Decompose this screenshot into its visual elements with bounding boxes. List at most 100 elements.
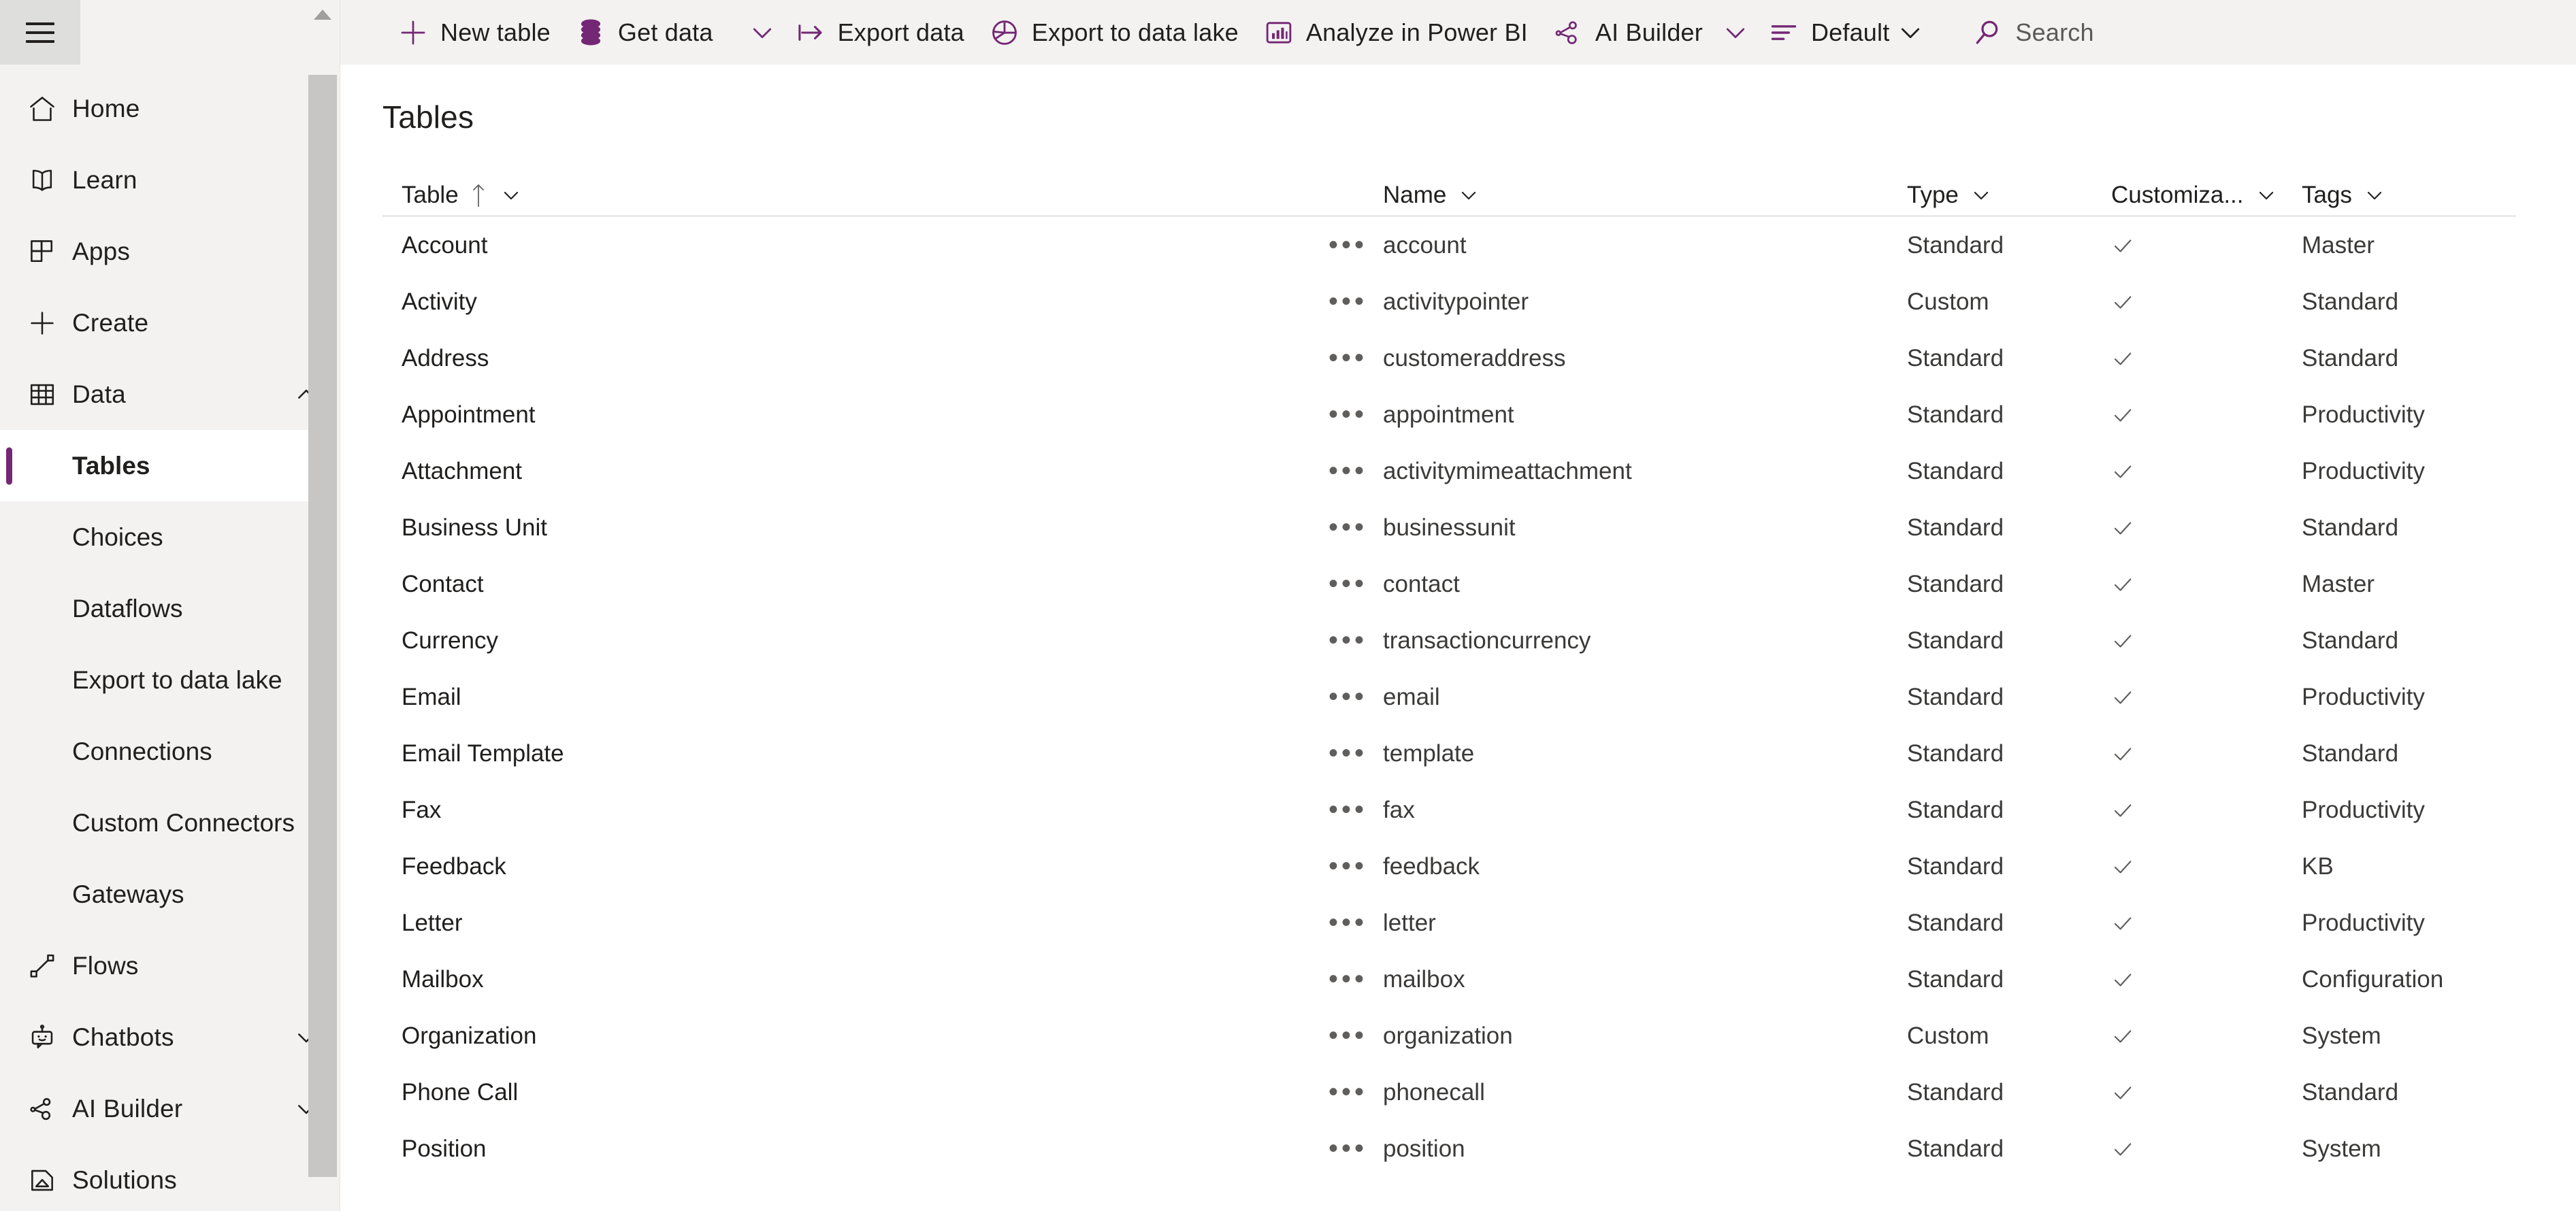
toolbar-button-new-table[interactable]: New table bbox=[385, 0, 563, 65]
column-header-type[interactable]: Type bbox=[1907, 182, 2111, 209]
cell-table-display-name[interactable]: Letter ••• bbox=[382, 908, 1383, 938]
row-more-options-button[interactable]: ••• bbox=[1322, 738, 1383, 769]
search-button[interactable]: Search bbox=[1960, 0, 2576, 65]
row-more-options-button[interactable]: ••• bbox=[1322, 230, 1383, 261]
cell-table-display-name[interactable]: Feedback ••• bbox=[382, 851, 1383, 882]
sidebar-item-label: Flows bbox=[72, 951, 139, 980]
cell-table-display-name[interactable]: Currency ••• bbox=[382, 625, 1383, 656]
toolbar-button-analyze-in-power-bi[interactable]: Analyze in Power BI bbox=[1251, 0, 1540, 65]
column-header-table[interactable]: Table bbox=[382, 182, 1383, 209]
sidebar-scrollbar-thumb[interactable] bbox=[308, 75, 337, 1177]
chevron-down-icon[interactable] bbox=[747, 17, 777, 48]
chevron-down-icon[interactable] bbox=[2363, 184, 2386, 207]
chevron-down-icon[interactable] bbox=[2255, 184, 2278, 207]
table-row[interactable]: Account ••• account Standard Master bbox=[382, 217, 2516, 273]
check-icon bbox=[2111, 1025, 2134, 1048]
cell-table-display-name[interactable]: Address ••• bbox=[382, 343, 1383, 374]
toolbar-button-export-data[interactable]: Export data bbox=[783, 0, 977, 65]
row-more-options-button[interactable]: ••• bbox=[1322, 286, 1383, 317]
cell-table-display-name[interactable]: Appointment ••• bbox=[382, 399, 1383, 430]
sidebar-item-flows[interactable]: Flows bbox=[0, 930, 340, 1001]
row-more-options-button[interactable]: ••• bbox=[1322, 399, 1383, 430]
sidebar-item-solutions[interactable]: Solutions bbox=[0, 1144, 340, 1211]
table-display-name: Letter bbox=[402, 909, 463, 936]
row-more-options-button[interactable]: ••• bbox=[1322, 456, 1383, 486]
row-more-options-button[interactable]: ••• bbox=[1322, 851, 1383, 882]
sidebar-item-ai-builder[interactable]: AI Builder bbox=[0, 1073, 340, 1144]
sidebar-scrollbar[interactable] bbox=[308, 0, 337, 1211]
table-row[interactable]: Fax ••• fax Standard Productivity bbox=[382, 782, 2516, 838]
cell-table-display-name[interactable]: Email ••• bbox=[382, 682, 1383, 712]
table-row[interactable]: Currency ••• transactioncurrency Standard St… bbox=[382, 612, 2516, 669]
row-more-options-button[interactable]: ••• bbox=[1322, 795, 1383, 825]
column-header-tags[interactable]: Tags bbox=[2302, 182, 2506, 209]
sidebar-item-dataflows[interactable]: Dataflows bbox=[0, 573, 340, 644]
cell-tags: Productivity bbox=[2302, 683, 2425, 710]
sidebar-item-create[interactable]: Create bbox=[0, 287, 340, 359]
sidebar-item-home[interactable]: Home bbox=[0, 73, 340, 144]
table-row[interactable]: Address ••• customeraddress Standard Standar… bbox=[382, 330, 2516, 386]
sidebar-item-connections[interactable]: Connections bbox=[0, 716, 340, 787]
cell-table-display-name[interactable]: Contact ••• bbox=[382, 569, 1383, 599]
row-more-options-button[interactable]: ••• bbox=[1322, 343, 1383, 374]
sidebar-item-choices[interactable]: Choices bbox=[0, 501, 340, 573]
sidebar-item-gateways[interactable]: Gateways bbox=[0, 859, 340, 930]
table-row[interactable]: Phone Call ••• phonecall Standard Standard bbox=[382, 1064, 2516, 1121]
table-row[interactable]: Feedback ••• feedback Standard KB bbox=[382, 838, 2516, 895]
table-row[interactable]: Attachment ••• activitymimeattachment Stand… bbox=[382, 443, 2516, 499]
table-row[interactable]: Mailbox ••• mailbox Standard Configuration bbox=[382, 951, 2516, 1008]
table-row[interactable]: Letter ••• letter Standard Productivity bbox=[382, 895, 2516, 951]
cell-table-display-name[interactable]: Activity ••• bbox=[382, 286, 1383, 317]
sidebar-item-data[interactable]: Data bbox=[0, 359, 340, 430]
sidebar-item-custom-connectors[interactable]: Custom Connectors bbox=[0, 787, 340, 859]
table-display-name: Account bbox=[402, 231, 488, 259]
cell-table-display-name[interactable]: Business Unit ••• bbox=[382, 512, 1383, 543]
sidebar-item-learn[interactable]: Learn bbox=[0, 144, 340, 216]
cell-tags: Standard bbox=[2302, 1078, 2399, 1106]
row-more-options-button[interactable]: ••• bbox=[1322, 512, 1383, 543]
sidebar-item-apps[interactable]: Apps bbox=[0, 216, 340, 287]
table-row[interactable]: Contact ••• contact Standard Master bbox=[382, 556, 2516, 612]
chevron-down-icon[interactable] bbox=[1895, 17, 1926, 48]
cell-table-display-name[interactable]: Fax ••• bbox=[382, 795, 1383, 825]
cell-logical-name: account bbox=[1383, 231, 1467, 259]
row-more-options-button[interactable]: ••• bbox=[1322, 1133, 1383, 1164]
cell-table-display-name[interactable]: Account ••• bbox=[382, 230, 1383, 261]
chevron-down-icon[interactable] bbox=[1721, 17, 1750, 48]
table-row[interactable]: Email ••• email Standard Productivity bbox=[382, 669, 2516, 725]
table-row[interactable]: Email Template ••• template Standard Standar… bbox=[382, 725, 2516, 782]
column-header-customizable[interactable]: Customiza... bbox=[2111, 182, 2302, 209]
sidebar-item-tables[interactable]: Tables bbox=[0, 430, 340, 501]
chevron-down-icon[interactable] bbox=[1970, 184, 1993, 207]
hamburger-menu-button[interactable] bbox=[0, 0, 80, 65]
view-selector-button[interactable]: Default bbox=[1756, 0, 1944, 65]
cell-table-display-name[interactable]: Email Template ••• bbox=[382, 738, 1383, 769]
row-more-options-button[interactable]: ••• bbox=[1322, 682, 1383, 712]
row-more-options-button[interactable]: ••• bbox=[1322, 964, 1383, 995]
row-more-options-button[interactable]: ••• bbox=[1322, 1077, 1383, 1108]
row-more-options-button[interactable]: ••• bbox=[1322, 569, 1383, 599]
table-row[interactable]: Position ••• position Standard System bbox=[382, 1121, 2516, 1177]
cell-table-display-name[interactable]: Organization ••• bbox=[382, 1021, 1383, 1051]
table-row[interactable]: Activity ••• activitypointer Custom Standard bbox=[382, 273, 2516, 330]
toolbar-button-get-data[interactable]: Get data bbox=[563, 0, 725, 65]
cell-table-display-name[interactable]: Attachment ••• bbox=[382, 456, 1383, 486]
cell-table-display-name[interactable]: Position ••• bbox=[382, 1133, 1383, 1164]
chevron-down-icon[interactable] bbox=[500, 184, 523, 207]
sidebar-item-chatbots[interactable]: Chatbots bbox=[0, 1001, 340, 1073]
cell-table-display-name[interactable]: Phone Call ••• bbox=[382, 1077, 1383, 1108]
chevron-down-icon[interactable] bbox=[1457, 184, 1480, 207]
toolbar-button-ai-builder[interactable]: AI Builder bbox=[1540, 0, 1715, 65]
table-row[interactable]: Organization ••• organization Custom System bbox=[382, 1008, 2516, 1064]
table-row[interactable]: Business Unit ••• businessunit Standard Stan… bbox=[382, 499, 2516, 556]
row-more-options-button[interactable]: ••• bbox=[1322, 1021, 1383, 1051]
table-row[interactable]: Appointment ••• appointment Standard Product… bbox=[382, 386, 2516, 443]
column-header-name[interactable]: Name bbox=[1383, 182, 1907, 209]
scroll-up-arrow-icon[interactable] bbox=[308, 0, 337, 29]
sidebar-item-export-to-data-lake[interactable]: Export to data lake bbox=[0, 644, 340, 716]
row-more-options-button[interactable]: ••• bbox=[1322, 908, 1383, 938]
toolbar-button-export-to-data-lake[interactable]: Export to data lake bbox=[977, 0, 1251, 65]
cell-table-display-name[interactable]: Mailbox ••• bbox=[382, 964, 1383, 995]
search-input[interactable]: Search bbox=[2015, 18, 2093, 47]
row-more-options-button[interactable]: ••• bbox=[1322, 625, 1383, 656]
